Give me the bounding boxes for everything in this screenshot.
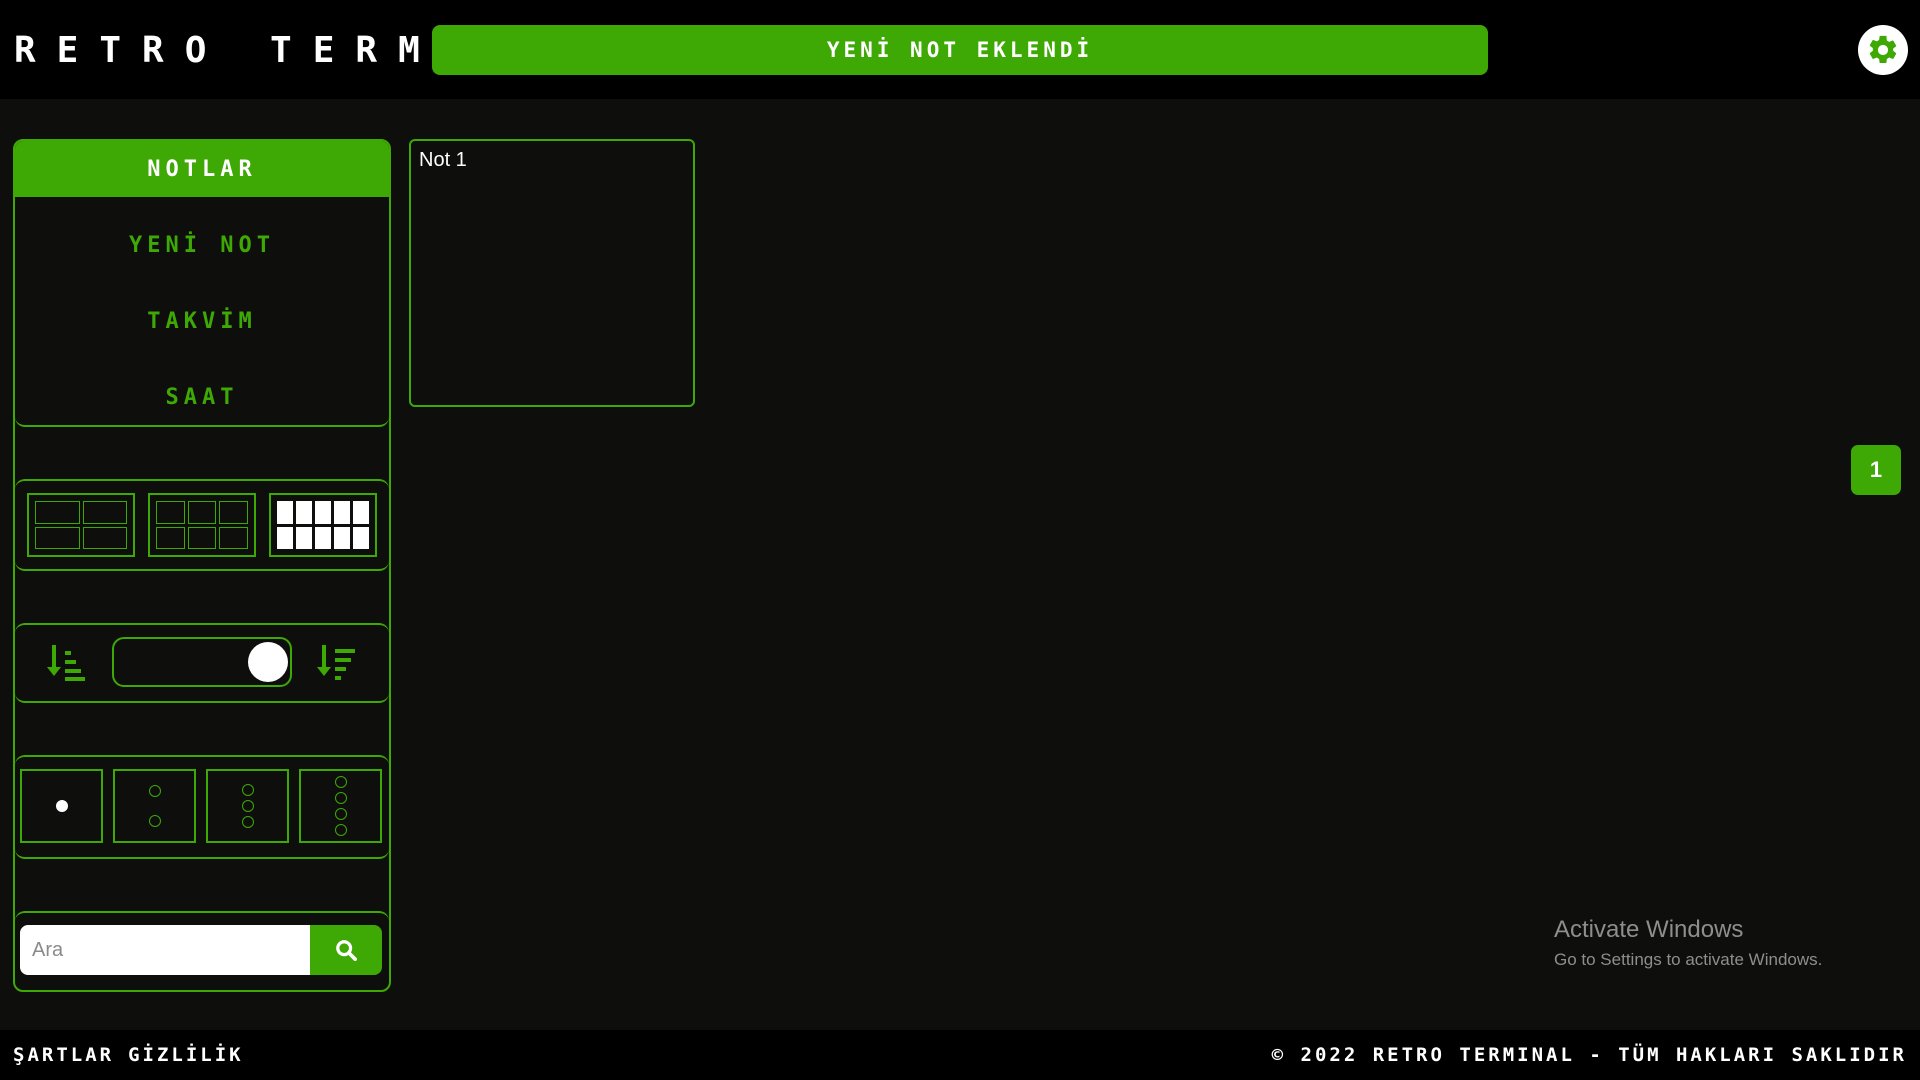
- search-input[interactable]: [20, 925, 310, 975]
- settings-button[interactable]: [1858, 25, 1908, 75]
- windows-activation-watermark: Activate Windows Go to Settings to activ…: [1554, 916, 1822, 970]
- grid-size-selector: [15, 479, 389, 571]
- nav-item-takvim[interactable]: TAKVİM: [15, 293, 389, 349]
- footer-links: ŞARTLAR GİZLİLİK: [13, 1044, 244, 1066]
- notification-toast: YENİ NOT EKLENDİ: [432, 25, 1488, 75]
- app-header: RETRO TERMINAL YENİ NOT EKLENDİ: [0, 0, 1920, 99]
- sort-controls: [15, 623, 389, 703]
- app-footer: ŞARTLAR GİZLİLİK © 2022 RETRO TERMINAL -…: [0, 1030, 1920, 1080]
- watermark-title: Activate Windows: [1554, 916, 1744, 943]
- footer-link-terms[interactable]: ŞARTLAR: [13, 1044, 114, 1066]
- columns-4-button[interactable]: [299, 769, 382, 843]
- sort-order-toggle[interactable]: [112, 637, 292, 687]
- footer-link-privacy[interactable]: GİZLİLİK: [128, 1044, 244, 1066]
- grid-5x2-button[interactable]: [269, 493, 377, 557]
- search-button[interactable]: [310, 925, 382, 975]
- sidebar-nav: NOTLAR YENİ NOT TAKVİM SAAT: [15, 141, 389, 427]
- note-title: Not 1: [419, 149, 467, 171]
- sort-ascending-icon[interactable]: [45, 643, 87, 683]
- columns-1-button[interactable]: [20, 769, 103, 843]
- columns-3-button[interactable]: [206, 769, 289, 843]
- search-icon: [336, 940, 357, 961]
- watermark-subtitle: Go to Settings to activate Windows.: [1554, 950, 1823, 969]
- grid-3x2-button[interactable]: [148, 493, 256, 557]
- brand-logo[interactable]: RETRO TERMINAL: [14, 30, 434, 74]
- toggle-knob: [248, 642, 288, 682]
- nav-item-saat[interactable]: SAAT: [15, 369, 389, 425]
- search-section: [15, 911, 389, 992]
- grid-2x2-button[interactable]: [27, 493, 135, 557]
- footer-copyright: © 2022 RETRO TERMINAL - TÜM HAKLARI SAKL…: [1271, 1044, 1907, 1066]
- sidebar: NOTLAR YENİ NOT TAKVİM SAAT: [13, 139, 391, 992]
- columns-2-button[interactable]: [113, 769, 196, 843]
- note-card[interactable]: Not 1: [409, 139, 695, 407]
- search-bar: [20, 925, 382, 975]
- sort-descending-icon[interactable]: [315, 643, 357, 683]
- nav-item-notlar[interactable]: NOTLAR: [15, 141, 389, 197]
- column-count-selector: [15, 755, 389, 859]
- gear-icon: [1869, 35, 1897, 64]
- nav-item-yeni-not[interactable]: YENİ NOT: [15, 217, 389, 273]
- page-button[interactable]: 1: [1851, 445, 1901, 495]
